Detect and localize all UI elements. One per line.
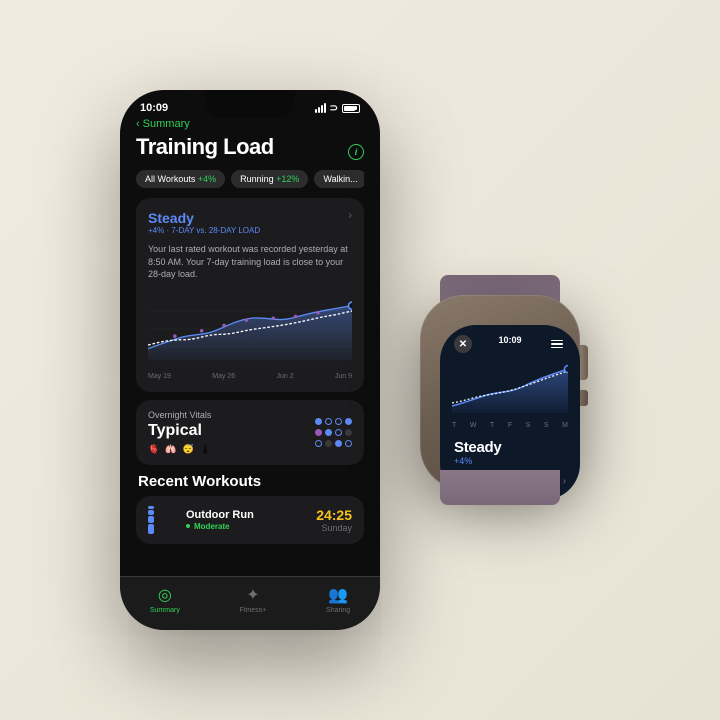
sharing-icon: 👥 xyxy=(328,585,348,605)
chart-label-may19: May 19 xyxy=(148,373,171,380)
watch-training-chart xyxy=(440,357,580,422)
iphone-content: ‹ Summary Training Load i All Workouts +… xyxy=(120,118,380,544)
steady-subtitle: +4% · 7-DAY vs. 28-DAY LOAD xyxy=(148,226,260,235)
day-t1: T xyxy=(452,422,456,429)
day-f: F xyxy=(508,422,512,429)
moderate-badge: Moderate xyxy=(194,522,230,531)
steady-title: Steady xyxy=(148,210,260,226)
steady-description: Your last rated workout was recorded yes… xyxy=(148,243,352,281)
tab-summary[interactable]: ◎ Summary xyxy=(150,585,180,614)
watch-close-button[interactable]: ✕ xyxy=(454,335,472,353)
vitals-card: Overnight Vitals Typical 🫀 🫁 😴 🌡 xyxy=(136,400,364,465)
back-button[interactable]: ‹ Summary xyxy=(136,118,364,130)
back-label: Summary xyxy=(143,118,190,130)
workout-info: Outdoor Run Moderate xyxy=(186,509,306,531)
close-icon: ✕ xyxy=(459,339,467,350)
workout-name: Outdoor Run xyxy=(186,509,306,521)
watch-band-bottom xyxy=(440,470,560,505)
workout-icon xyxy=(148,506,176,534)
fitness-icon: ✦ xyxy=(246,585,259,605)
sleep-icon: 😴 xyxy=(182,444,193,455)
page-title: Training Load xyxy=(136,134,274,160)
tab-bar: ◎ Summary ✦ Fitness+ 👥 Sharing xyxy=(120,576,380,630)
status-icons: ⊃ xyxy=(315,103,360,114)
menu-line-3 xyxy=(551,347,563,349)
status-time: 10:09 xyxy=(140,102,168,114)
recent-workouts-title: Recent Workouts xyxy=(136,473,364,490)
steady-card: Steady +4% · 7-DAY vs. 28-DAY LOAD › You… xyxy=(136,198,364,392)
watch-digital-crown[interactable] xyxy=(580,345,588,380)
lungs-icon: 🫁 xyxy=(165,444,176,455)
workout-duration: 24:25 xyxy=(316,507,352,523)
chart-labels: May 19 May 26 Jun 2 Jun 9 xyxy=(148,373,352,380)
filter-tab-all[interactable]: All Workouts +4% xyxy=(136,170,225,188)
day-s2: S xyxy=(544,422,549,429)
info-button[interactable]: i xyxy=(348,144,364,160)
apple-watch: ✕ 10:09 xyxy=(410,275,600,505)
filter-tabs: All Workouts +4% Running +12% Walkin... xyxy=(136,170,364,188)
menu-line-2 xyxy=(551,343,563,345)
vitals-value: Typical xyxy=(148,422,211,440)
watch-steady-sub: +4% xyxy=(454,456,566,466)
training-load-chart xyxy=(148,289,352,369)
temp-icon: 🌡 xyxy=(200,444,211,455)
tab-fitness-label: Fitness+ xyxy=(240,607,267,614)
chart-label-jun9: Jun 9 xyxy=(335,373,352,380)
iphone-dynamic-island xyxy=(205,90,295,118)
filter-tab-running[interactable]: Running +12% xyxy=(231,170,308,188)
watch-side-button[interactable] xyxy=(580,390,588,406)
chart-label-jun2: Jun 2 xyxy=(276,373,293,380)
chevron-left-icon: ‹ xyxy=(136,118,140,130)
steady-header: Steady +4% · 7-DAY vs. 28-DAY LOAD › xyxy=(148,210,352,241)
chart-label-may26: May 26 xyxy=(212,373,235,380)
workout-meta: Moderate xyxy=(186,522,306,531)
watch-body: ✕ 10:09 xyxy=(420,295,580,490)
watch-day-labels: T W T F S S M xyxy=(440,422,580,429)
tab-summary-label: Summary xyxy=(150,607,180,614)
tab-fitness[interactable]: ✦ Fitness+ xyxy=(240,585,267,614)
battery-icon xyxy=(342,104,360,113)
scene: 10:09 ⊃ xyxy=(0,0,720,720)
moderate-dot xyxy=(186,524,190,528)
iphone-screen: 10:09 ⊃ xyxy=(120,90,380,630)
chevron-right-icon: › xyxy=(349,210,352,221)
workout-day: Sunday xyxy=(316,523,352,533)
day-t2: T xyxy=(490,422,494,429)
watch-steady-title: Steady xyxy=(454,439,566,456)
wifi-icon: ⊃ xyxy=(330,103,338,114)
heart-icon: 🫀 xyxy=(148,444,159,455)
tab-sharing[interactable]: 👥 Sharing xyxy=(326,585,350,614)
iphone: 10:09 ⊃ xyxy=(120,90,380,630)
day-s1: S xyxy=(526,422,531,429)
summary-icon: ◎ xyxy=(158,585,172,605)
day-w: W xyxy=(470,422,477,429)
day-m: M xyxy=(562,422,568,429)
vitals-icons: 🫀 🫁 😴 🌡 xyxy=(148,444,211,455)
watch-chevron-icon: › xyxy=(563,476,566,487)
vitals-dots-grid xyxy=(315,418,352,447)
menu-line-1 xyxy=(551,340,563,342)
workout-card[interactable]: Outdoor Run Moderate 24:25 Sunday xyxy=(136,496,364,544)
tab-sharing-label: Sharing xyxy=(326,607,350,614)
watch-time: 10:09 xyxy=(498,335,521,353)
watch-menu-button[interactable] xyxy=(548,335,566,353)
vitals-label: Overnight Vitals xyxy=(148,410,211,420)
watch-status-bar: ✕ 10:09 xyxy=(440,325,580,357)
filter-tab-walking[interactable]: Walkin... xyxy=(314,170,364,188)
signal-icon xyxy=(315,103,326,113)
